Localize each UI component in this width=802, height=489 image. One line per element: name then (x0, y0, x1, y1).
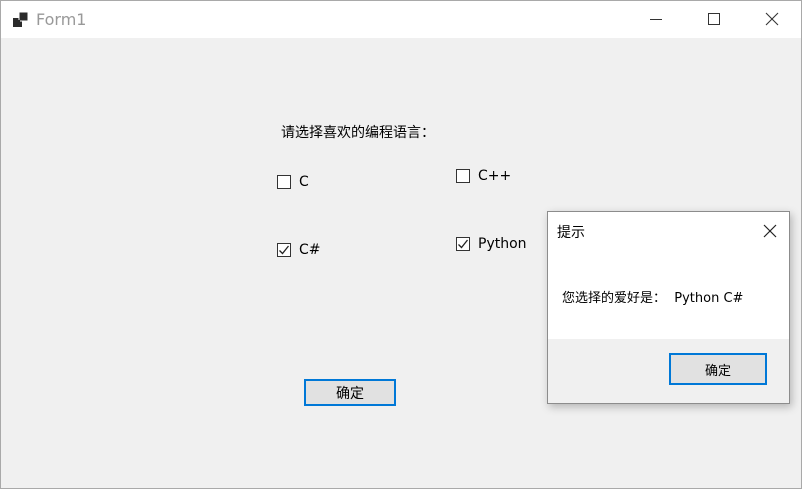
title-bar[interactable]: Form1 (1, 1, 801, 38)
ok-button[interactable]: 确定 (304, 379, 396, 406)
app-icon (13, 11, 29, 28)
checkbox-c-label: C (299, 174, 309, 190)
maximize-icon (708, 13, 720, 25)
checkmark-icon (279, 245, 290, 255)
checkbox-cpp-box[interactable] (456, 169, 470, 183)
checkbox-csharp-box[interactable] (277, 243, 291, 257)
checkbox-c-box[interactable] (277, 175, 291, 189)
dialog-close-button[interactable] (763, 223, 777, 238)
checkbox-python-label: Python (478, 236, 527, 252)
minimize-icon (650, 19, 662, 20)
checkbox-csharp-label: C# (299, 242, 321, 258)
minimize-button[interactable] (627, 1, 685, 38)
maximize-button[interactable] (685, 1, 743, 38)
close-icon (763, 224, 777, 238)
checkbox-csharp[interactable]: C# (277, 242, 321, 258)
window-title: Form1 (36, 10, 87, 29)
checkmark-icon (458, 239, 469, 249)
checkbox-c[interactable]: C (277, 174, 309, 190)
prompt-label: 请选择喜欢的编程语言： (281, 125, 435, 141)
dialog-message: 您选择的爱好是： Python C# (562, 291, 744, 306)
dialog-ok-button[interactable]: 确定 (669, 353, 767, 385)
checkbox-python-box[interactable] (456, 237, 470, 251)
close-icon (765, 12, 779, 26)
message-dialog: 提示 您选择的爱好是： Python C# 确定 (547, 211, 790, 404)
close-button[interactable] (743, 1, 801, 38)
message-dialog-body: 提示 您选择的爱好是： Python C# (548, 212, 789, 339)
checkbox-cpp[interactable]: C++ (456, 168, 511, 184)
checkbox-cpp-label: C++ (478, 168, 512, 184)
checkbox-python[interactable]: Python (456, 236, 527, 252)
dialog-title: 提示 (557, 225, 585, 241)
